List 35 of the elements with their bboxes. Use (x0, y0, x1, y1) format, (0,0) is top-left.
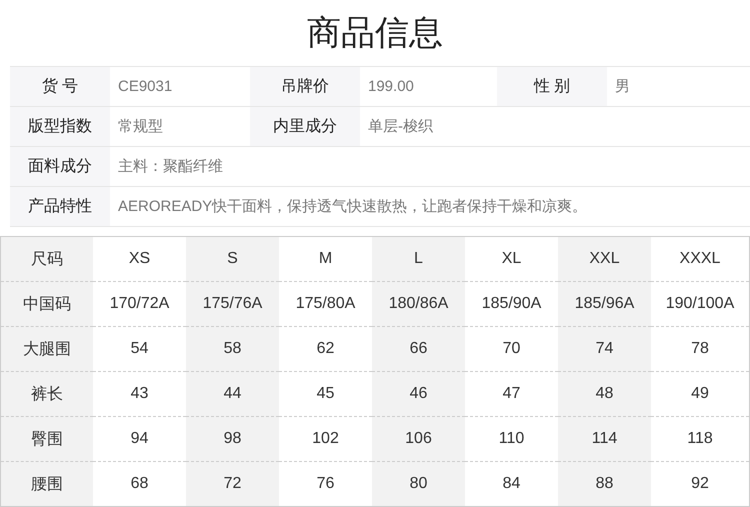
table-header-cell: 尺码 (1, 237, 93, 281)
info-value: 男 (607, 67, 750, 107)
table-cell: 58 (186, 326, 279, 371)
info-label: 面料成分 (10, 147, 110, 187)
row-label-cell: 中国码 (1, 281, 93, 326)
table-cell: 48 (558, 371, 651, 416)
info-label: 内里成分 (250, 107, 360, 147)
table-cell: 88 (558, 461, 651, 506)
row-label-cell: 臀围 (1, 416, 93, 461)
row-label-cell: 裤长 (1, 371, 93, 416)
page-title: 商品信息 (306, 13, 444, 54)
table-cell: 66 (372, 326, 465, 371)
table-header-cell: XXL (558, 237, 651, 281)
table-cell: 106 (372, 416, 465, 461)
table-cell: 114 (558, 416, 651, 461)
table-cell: 72 (186, 461, 279, 506)
info-value: 主料：聚酯纤维 (110, 147, 750, 187)
info-label: 货 号 (10, 67, 110, 107)
table-cell: 98 (186, 416, 279, 461)
table-cell: 185/96A (558, 281, 651, 326)
info-label: 吊牌价 (250, 67, 360, 107)
info-label: 版型指数 (10, 107, 110, 147)
table-header-cell: S (186, 237, 279, 281)
table-cell: 80 (372, 461, 465, 506)
table-cell: 175/76A (186, 281, 279, 326)
table-cell: 74 (558, 326, 651, 371)
info-label: 产品特性 (10, 187, 110, 227)
row-label-cell: 腰围 (1, 461, 93, 506)
info-value: AEROREADY快干面料，保持透气快速散热，让跑者保持干燥和凉爽。 (110, 187, 750, 227)
info-label: 性 别 (497, 67, 607, 107)
table-cell: 46 (372, 371, 465, 416)
table-cell: 44 (186, 371, 279, 416)
table-header-cell: L (372, 237, 465, 281)
row-label-cell: 大腿围 (1, 326, 93, 371)
table-cell: 180/86A (372, 281, 465, 326)
